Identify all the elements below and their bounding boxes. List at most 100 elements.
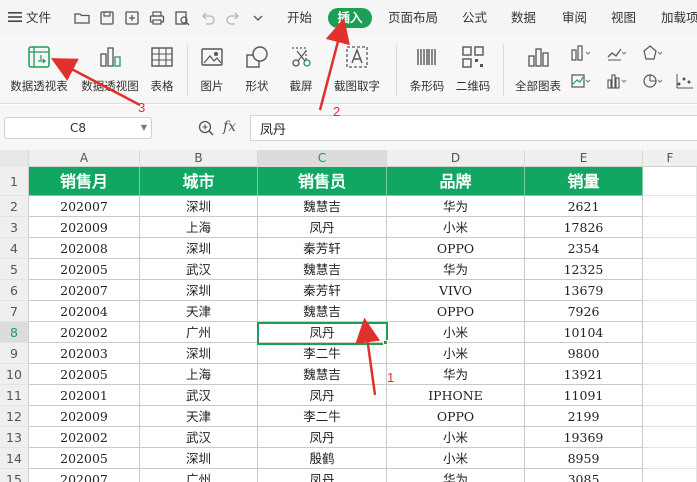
cell-c7[interactable]: 魏慧吉 (258, 301, 387, 322)
cell-b11[interactable]: 武汉 (140, 385, 258, 406)
cell-a5[interactable]: 202005 (29, 259, 140, 280)
cell-e15[interactable]: 3085 (525, 469, 643, 482)
cell-d4[interactable]: OPPO (387, 238, 525, 259)
cell-b6[interactable]: 深圳 (140, 280, 258, 301)
row-header-6[interactable]: 6 (0, 280, 29, 301)
column-header-a[interactable]: A (29, 150, 140, 167)
row-header-15[interactable]: 15 (0, 469, 29, 482)
screenshot-button[interactable]: 截屏 (284, 42, 318, 98)
cell-f7[interactable] (643, 301, 697, 322)
barcode-button[interactable]: 条形码 (410, 42, 444, 98)
scatter-chart-icon[interactable] (675, 72, 695, 93)
cell-f9[interactable] (643, 343, 697, 364)
cell-a4[interactable]: 202008 (29, 238, 140, 259)
fill-handle[interactable] (383, 340, 388, 345)
row-header-5[interactable]: 5 (0, 259, 29, 280)
cell-c3[interactable]: 凤丹 (258, 217, 387, 238)
header-cell-c[interactable]: 销售员 (258, 167, 387, 196)
cell-d12[interactable]: OPPO (387, 406, 525, 427)
cell-f10[interactable] (643, 364, 697, 385)
cell-b15[interactable]: 广州 (140, 469, 258, 482)
undo-icon[interactable] (200, 10, 216, 26)
cell-a14[interactable]: 202005 (29, 448, 140, 469)
cell-b9[interactable]: 深圳 (140, 343, 258, 364)
cell-b7[interactable]: 天津 (140, 301, 258, 322)
row-header-3[interactable]: 3 (0, 217, 29, 238)
cell-c15[interactable]: 凤丹 (258, 469, 387, 482)
cell-a8[interactable]: 202002 (29, 322, 140, 343)
cell-b12[interactable]: 天津 (140, 406, 258, 427)
cell-d3[interactable]: 小米 (387, 217, 525, 238)
cell-b14[interactable]: 深圳 (140, 448, 258, 469)
cell-e13[interactable]: 19369 (525, 427, 643, 448)
cell-d10[interactable]: 华为 (387, 364, 525, 385)
cell-c8[interactable]: 凤丹 (258, 322, 387, 343)
save-icon[interactable] (99, 10, 115, 26)
cell-c2[interactable]: 魏慧吉 (258, 196, 387, 217)
cell-e10[interactable]: 13921 (525, 364, 643, 385)
tab-formulas[interactable]: 公式 (462, 0, 487, 36)
shape-button[interactable]: 形状 (240, 42, 274, 98)
cell-c6[interactable]: 秦芳轩 (258, 280, 387, 301)
cell-c5[interactable]: 魏慧吉 (258, 259, 387, 280)
cell-b13[interactable]: 武汉 (140, 427, 258, 448)
cell-a11[interactable]: 202001 (29, 385, 140, 406)
cell-f14[interactable] (643, 448, 697, 469)
chevron-down-icon[interactable]: ▼ (141, 118, 147, 138)
cell-d8[interactable]: 小米 (387, 322, 525, 343)
tab-home[interactable]: 开始 (287, 0, 312, 36)
line-chart-icon[interactable] (606, 44, 628, 65)
cell-e11[interactable]: 11091 (525, 385, 643, 406)
cell-e3[interactable]: 17826 (525, 217, 643, 238)
cell-d15[interactable]: 华为 (387, 469, 525, 482)
row-header-8[interactable]: 8 (0, 322, 29, 343)
cell-d14[interactable]: 小米 (387, 448, 525, 469)
pivot-table-button[interactable]: 数据透视表 (10, 42, 68, 98)
column-header-c[interactable]: C (258, 150, 387, 167)
redo-icon[interactable] (225, 10, 241, 26)
row-header-9[interactable]: 9 (0, 343, 29, 364)
tab-insert[interactable]: 插入 (328, 8, 372, 28)
cell-d7[interactable]: OPPO (387, 301, 525, 322)
picture-button[interactable]: 图片 (196, 42, 228, 98)
cell-a9[interactable]: 202003 (29, 343, 140, 364)
print-preview-icon[interactable] (174, 10, 190, 26)
cell-f11[interactable] (643, 385, 697, 406)
column-header-b[interactable]: B (140, 150, 258, 167)
cell-d2[interactable]: 华为 (387, 196, 525, 217)
cell-e12[interactable]: 2199 (525, 406, 643, 427)
column-header-f[interactable]: F (643, 150, 697, 167)
cell-e4[interactable]: 2354 (525, 238, 643, 259)
tab-addins[interactable]: 加载项 (661, 0, 697, 36)
cell-f13[interactable] (643, 427, 697, 448)
area-chart-icon[interactable] (570, 72, 592, 93)
row-header-4[interactable]: 4 (0, 238, 29, 259)
tab-review[interactable]: 审阅 (562, 0, 587, 36)
cell-f8[interactable] (643, 322, 697, 343)
cell-e5[interactable]: 12325 (525, 259, 643, 280)
cell-f3[interactable] (643, 217, 697, 238)
all-charts-button[interactable]: 全部图表 (515, 42, 561, 98)
screenshot-text-button[interactable]: 截图取字 (334, 42, 380, 98)
fx-icon[interactable]: fx (223, 119, 236, 135)
cell-d6[interactable]: VIVO (387, 280, 525, 301)
cell-f2[interactable] (643, 196, 697, 217)
column-header-e[interactable]: E (525, 150, 643, 167)
cell-f5[interactable] (643, 259, 697, 280)
header-cell-e[interactable]: 销量 (525, 167, 643, 196)
radar-chart-icon[interactable] (642, 44, 664, 65)
cell-f12[interactable] (643, 406, 697, 427)
cell-d13[interactable]: 小米 (387, 427, 525, 448)
table-button[interactable]: 表格 (148, 42, 176, 98)
header-cell-b[interactable]: 城市 (140, 167, 258, 196)
row-header-12[interactable]: 12 (0, 406, 29, 427)
cell-a3[interactable]: 202009 (29, 217, 140, 238)
print-icon[interactable] (149, 10, 165, 26)
cell-d11[interactable]: IPHONE (387, 385, 525, 406)
cell-c10[interactable]: 魏慧吉 (258, 364, 387, 385)
row-header-13[interactable]: 13 (0, 427, 29, 448)
row-header-2[interactable]: 2 (0, 196, 29, 217)
cell-a10[interactable]: 202005 (29, 364, 140, 385)
column-header-d[interactable]: D (387, 150, 525, 167)
cell-e9[interactable]: 9800 (525, 343, 643, 364)
